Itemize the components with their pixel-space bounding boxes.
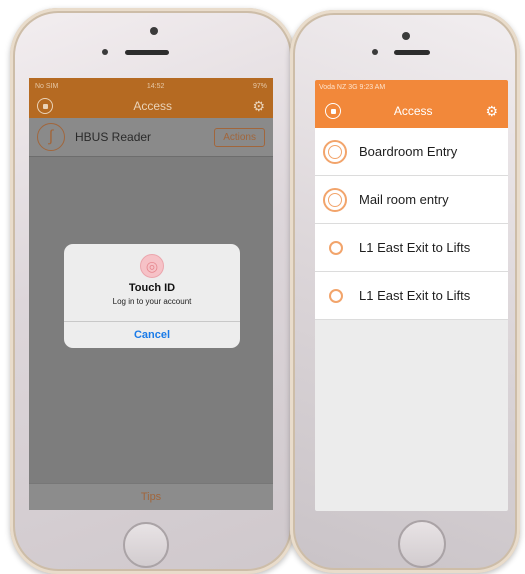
status-time: 14:52 — [146, 82, 165, 90]
dialog-divider — [64, 321, 240, 322]
door-label: L1 East Exit to Lifts — [359, 288, 471, 303]
dialog-subtitle: Log in to your account — [112, 297, 192, 306]
gears-icon[interactable]: ⚙ — [252, 99, 265, 113]
speaker — [394, 50, 430, 55]
reader-logo-icon: ∫ — [37, 123, 65, 151]
battery-text: 97% — [252, 82, 267, 90]
touch-id-dialog: ◎ Touch ID Log in to your account Cancel — [64, 244, 240, 348]
reader-name: HBUS Reader — [75, 130, 152, 144]
fingerprint-icon: ◎ — [140, 254, 164, 278]
cancel-button[interactable]: Cancel — [64, 323, 240, 347]
sensor — [372, 49, 378, 55]
dialog-title: Touch ID — [128, 282, 176, 294]
list-item[interactable]: Mail room entry — [315, 176, 508, 224]
actions-button[interactable]: Actions — [214, 127, 265, 147]
front-camera — [150, 27, 158, 35]
door-list: Boardroom Entry Mail room entry L1 East … — [315, 128, 508, 320]
door-ring-icon — [329, 240, 343, 255]
door-label: Boardroom Entry — [359, 144, 458, 159]
stop-circle-icon[interactable] — [37, 98, 53, 114]
nav-title: Access — [133, 99, 173, 113]
right-screen: Voda NZ 3G 9:23 AM Access ⚙ Boardroom En… — [315, 80, 508, 511]
sensor — [102, 49, 108, 55]
door-ring-icon — [329, 288, 343, 303]
list-item[interactable]: L1 East Exit to Lifts — [315, 224, 508, 272]
reader-row[interactable]: ∫ HBUS Reader Actions — [29, 118, 273, 157]
door-ring-icon — [323, 139, 347, 164]
status-bar: No SIM 14:52 97% — [29, 78, 273, 94]
list-item[interactable]: L1 East Exit to Lifts — [315, 272, 508, 320]
home-button[interactable] — [398, 520, 446, 568]
status-time: 9:23 AM — [359, 83, 386, 91]
tips-label: Tips — [140, 491, 162, 503]
door-label: L1 East Exit to Lifts — [359, 240, 471, 255]
home-button[interactable] — [123, 522, 169, 568]
carrier-text: No SIM — [35, 82, 59, 90]
tips-bar[interactable]: Tips — [29, 483, 273, 510]
nav-bar: Access ⚙ — [315, 94, 508, 128]
list-item[interactable]: Boardroom Entry — [315, 128, 508, 176]
door-label: Mail room entry — [359, 192, 449, 207]
nav-bar: Access ⚙ — [29, 94, 273, 118]
status-bar: Voda NZ 3G 9:23 AM — [315, 80, 508, 94]
stop-circle-icon[interactable] — [325, 103, 341, 119]
nav-title: Access — [393, 104, 433, 118]
door-ring-icon — [323, 187, 347, 212]
left-screen: No SIM 14:52 97% Access ⚙ ∫ HBUS Reader … — [29, 78, 273, 510]
gears-icon[interactable]: ⚙ — [485, 104, 498, 118]
speaker — [125, 50, 169, 55]
front-camera — [402, 32, 410, 40]
network-text: 3G — [348, 83, 358, 91]
carrier-text: Voda NZ — [319, 83, 347, 91]
